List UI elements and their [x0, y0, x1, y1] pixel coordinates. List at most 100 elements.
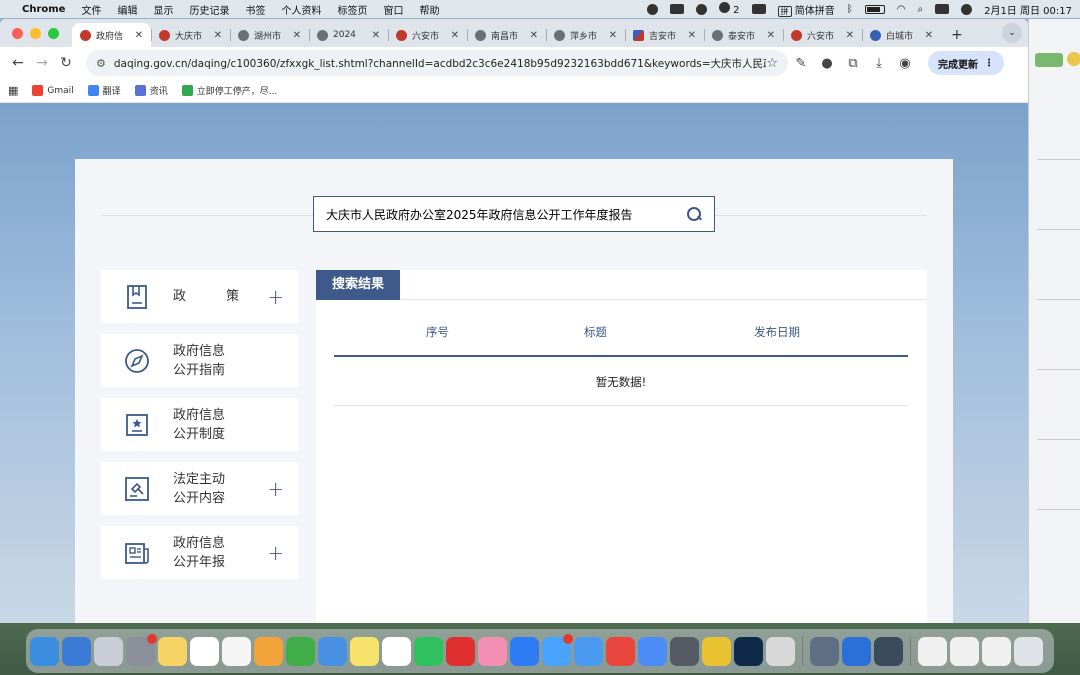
photoshop-icon[interactable] [734, 636, 763, 666]
site-info-icon[interactable]: ⚙ [96, 57, 106, 70]
siri-icon[interactable] [961, 3, 973, 15]
wechat-tray[interactable]: 2 [718, 2, 740, 16]
wps-icon[interactable] [606, 636, 635, 666]
menu-profiles[interactable]: 个人资料 [281, 2, 321, 17]
notes-icon[interactable] [158, 636, 187, 666]
qq-icon[interactable] [382, 636, 411, 666]
tab-5[interactable]: 南昌市 ✕ [467, 23, 546, 47]
extension-pen-icon[interactable]: ✎ [788, 56, 814, 71]
launchpad-icon[interactable] [94, 636, 123, 666]
wechat-icon[interactable] [414, 636, 443, 666]
tab-0[interactable]: 政府信 ✕ [72, 23, 151, 47]
display-icon[interactable] [751, 4, 766, 14]
menu-clock[interactable]: 2月1日 周日 00:17 [984, 2, 1072, 17]
expand-plus-icon[interactable]: + [267, 477, 284, 501]
close-tab-icon[interactable]: ✕ [451, 30, 459, 41]
apps-grid-icon[interactable]: ▦ [8, 84, 18, 97]
expand-plus-icon[interactable]: + [267, 541, 284, 565]
close-window-icon[interactable] [12, 28, 23, 39]
close-tab-icon[interactable]: ✕ [293, 30, 301, 41]
profile-icon[interactable]: ◉ [892, 56, 918, 71]
sidebar-item-1[interactable]: 政府信息 公开指南 [101, 334, 298, 387]
close-tab-icon[interactable]: ✕ [372, 30, 380, 41]
menu-help[interactable]: 帮助 [419, 2, 439, 17]
calculator-icon[interactable] [670, 636, 699, 666]
tab-6[interactable]: 萍乡市 ✕ [546, 23, 625, 47]
document-thumb-icon[interactable] [982, 636, 1011, 666]
system-settings-icon[interactable] [126, 633, 157, 666]
close-tab-icon[interactable]: ✕ [609, 30, 617, 41]
screenshot-icon[interactable] [810, 636, 839, 666]
quicktime-icon[interactable] [874, 636, 903, 666]
sidebar-item-2[interactable]: 政府信息 公开制度 [101, 398, 298, 451]
update-button[interactable]: 完成更新 ⋮ [928, 51, 1004, 75]
menu-view[interactable]: 显示 [153, 2, 173, 17]
sidebar-item-4[interactable]: 政府信息 公开年报 + [101, 526, 298, 579]
tab-search-chevron-icon[interactable]: ⌄ [1002, 23, 1022, 43]
spotlight-icon[interactable]: ⌕ [917, 4, 923, 15]
stickies-icon[interactable] [350, 636, 379, 666]
preview-icon[interactable] [766, 636, 795, 666]
bilibili-icon[interactable] [478, 636, 507, 666]
input-method[interactable]: 拼 简体拼音 [777, 2, 835, 17]
menu-file[interactable]: 文件 [81, 2, 101, 17]
tab-4[interactable]: 六安市 ✕ [388, 23, 467, 47]
tab-9[interactable]: 六安市 ✕ [783, 23, 862, 47]
close-tab-icon[interactable]: ✕ [846, 30, 854, 41]
menu-tab[interactable]: 标签页 [337, 2, 367, 17]
menu-app-name[interactable]: Chrome [22, 4, 65, 15]
menu-history[interactable]: 历史记录 [189, 2, 229, 17]
record-icon[interactable] [646, 3, 658, 15]
expand-plus-icon[interactable]: + [267, 285, 284, 309]
bookmark-0[interactable]: Gmail [32, 84, 74, 97]
close-tab-icon[interactable]: ✕ [925, 30, 933, 41]
wifi-icon[interactable]: ◠ [897, 4, 906, 15]
textedit-icon[interactable] [222, 636, 251, 666]
close-tab-icon[interactable]: ✕ [767, 30, 775, 41]
tab-3[interactable]: 2024 ✕ [309, 23, 388, 47]
close-tab-icon[interactable]: ✕ [688, 30, 696, 41]
bluetooth-icon[interactable]: ᛒ [847, 4, 853, 15]
zoom-window-icon[interactable] [48, 28, 59, 39]
url-text[interactable]: daqing.gov.cn/daqing/c100360/zfxxgk_list… [114, 56, 766, 71]
finder-icon[interactable] [30, 636, 59, 666]
trash-icon[interactable] [1014, 636, 1043, 666]
battery-icon[interactable] [864, 4, 885, 14]
keynote-icon[interactable] [318, 636, 347, 666]
document-thumb-icon[interactable] [918, 636, 947, 666]
creative-cloud-icon[interactable] [695, 3, 707, 15]
forward-arrow-icon[interactable]: → [30, 55, 54, 71]
search-icon[interactable] [686, 206, 702, 222]
tab-2[interactable]: 湖州市 ✕ [230, 23, 309, 47]
baidu-netdisk-icon[interactable] [638, 636, 667, 666]
control-center-icon[interactable] [935, 4, 950, 14]
chrome-icon[interactable] [702, 636, 731, 666]
document-thumb-icon[interactable] [950, 636, 979, 666]
tab-10[interactable]: 白城市 ✕ [862, 23, 941, 47]
bookmark-star-icon[interactable]: ☆ [766, 56, 778, 71]
netease-music-icon[interactable] [446, 636, 475, 666]
pages-icon[interactable] [254, 636, 283, 666]
reload-icon[interactable]: ↻ [54, 55, 78, 71]
tab-1[interactable]: 大庆市 ✕ [151, 23, 230, 47]
sidebar-item-0[interactable]: 政 策 + [101, 270, 298, 323]
menu-window[interactable]: 窗口 [383, 2, 403, 17]
tab-8[interactable]: 泰安市 ✕ [704, 23, 783, 47]
wps-tray-icon[interactable] [669, 4, 684, 14]
search-input[interactable] [326, 207, 686, 221]
close-tab-icon[interactable]: ✕ [214, 30, 222, 41]
numbers-icon[interactable] [286, 636, 315, 666]
extension-ball-icon[interactable]: ● [814, 56, 840, 71]
freeform-icon[interactable] [190, 636, 219, 666]
minimize-window-icon[interactable] [30, 28, 41, 39]
safari-icon[interactable] [62, 636, 91, 666]
mail-icon[interactable] [574, 636, 603, 666]
menu-bookmarks[interactable]: 书签 [245, 2, 265, 17]
close-tab-icon[interactable]: ✕ [530, 30, 538, 41]
tab-7[interactable]: 吉安市 ✕ [625, 23, 704, 47]
extensions-puzzle-icon[interactable]: ⧉ [840, 56, 866, 71]
back-arrow-icon[interactable]: ← [6, 55, 30, 71]
new-tab-button[interactable]: + [941, 27, 973, 47]
sidebar-item-3[interactable]: 法定主动 公开内容 + [101, 462, 298, 515]
bookmark-1[interactable]: 翻译 [87, 84, 121, 97]
